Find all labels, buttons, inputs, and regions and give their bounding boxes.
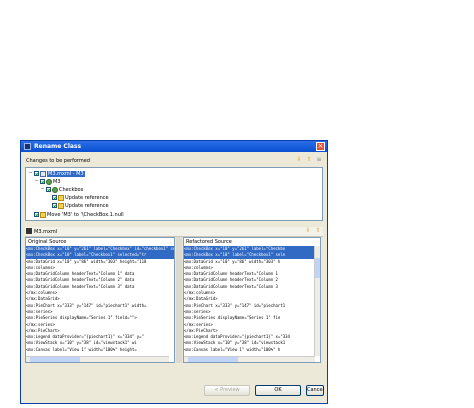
button-bar: < Preview OK Cancel [21,373,327,403]
filter-icon[interactable]: ≡ [316,157,322,163]
original-code[interactable]: <mx:CheckBox x="10" y="261" label="Check… [26,246,174,353]
class-icon [46,178,52,185]
splitter[interactable] [21,222,327,226]
arrow-down-icon[interactable]: ⇩ [296,157,302,163]
checkbox[interactable] [52,195,57,200]
checkbox[interactable] [34,212,39,217]
mxml-file-icon [26,228,32,234]
next-difference-icon[interactable]: ⇩ [305,228,311,234]
refactored-code[interactable]: <mx:CheckBox x="10" y="261" label="Check… [184,246,320,353]
refactored-source-pane[interactable]: Refactored Source <mx:CheckBox x="10" y=… [183,237,321,363]
code-line: <mx:Canvas label="View 1" width="100%" h… [26,346,137,352]
horizontal-scrollbar[interactable] [26,356,169,362]
tree-item-checkbox[interactable]: − Checkbox [40,186,83,193]
cancel-button[interactable]: Cancel [306,385,324,396]
change-icon [58,202,64,209]
original-source-pane[interactable]: Original Source <mx:CheckBox x="10" y="2… [25,237,175,363]
changes-header: Changes to be performed ⇩ ⇧ ≡ [24,156,324,165]
ok-button[interactable]: OK [255,385,301,396]
change-icon [58,194,64,201]
tree-item-update-2[interactable]: Update reference [52,202,109,209]
tree-item-label: Update reference [65,202,109,209]
checkbox[interactable] [34,171,39,176]
compare-header: M3.mxml ⇩ ⇧ [25,227,323,237]
tree-item-label: M3.mxml - M3 [47,170,85,177]
tree-item-label: Checkbox [59,186,84,193]
tree-item-label: M3 [53,178,61,185]
changes-header-label: Changes to be performed [26,158,90,164]
collapse-icon[interactable]: − [40,187,45,192]
horizontal-scrollbar[interactable] [184,356,315,362]
checkbox[interactable] [52,203,57,208]
original-source-title: Original Source [28,239,67,245]
tree-item-update-1[interactable]: Update reference [52,194,109,201]
diff-gutter [176,237,182,363]
collapse-icon[interactable]: − [28,171,33,176]
checkbox[interactable] [40,179,45,184]
checkbox[interactable] [46,187,51,192]
move-icon [40,211,46,218]
app-icon [24,143,31,150]
tree-item-class[interactable]: − M3 [34,178,61,185]
rename-class-dialog: Rename Class × Changes to be performed ⇩… [20,140,328,404]
close-button[interactable]: × [316,142,325,151]
component-icon [52,186,58,193]
tree-item-label: Move 'M3' to '\CheckBox.1.null [47,211,124,218]
dialog-title: Rename Class [34,143,82,150]
code-line: <mx:Canvas label="View 1" width="100%" h [184,346,281,352]
file-icon [40,170,46,177]
title-bar[interactable]: Rename Class × [21,141,327,152]
preview-button[interactable]: < Preview [204,385,250,396]
compare-file-label: M3.mxml [34,229,58,235]
vertical-scrollbar[interactable] [314,246,320,356]
arrow-up-icon[interactable]: ⇧ [306,157,312,163]
changes-tree[interactable]: − M3.mxml - M3 − M3 − Checkbox Update re… [25,167,323,221]
tree-item-move[interactable]: Move 'M3' to '\CheckBox.1.null [34,211,124,218]
refactored-source-title: Refactored Source [186,239,232,245]
collapse-icon[interactable]: − [34,179,39,184]
previous-difference-icon[interactable]: ⇧ [315,228,321,234]
tree-item-label: Update reference [65,194,109,201]
tree-item-file[interactable]: − M3.mxml - M3 [28,170,85,177]
